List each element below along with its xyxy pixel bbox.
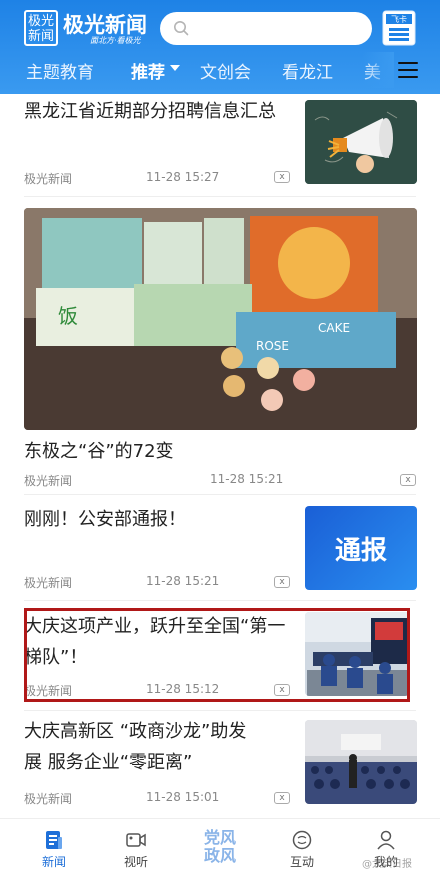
dismiss-button[interactable]: x xyxy=(400,474,416,486)
news-time: 11-28 15:21 xyxy=(146,574,220,588)
notice-image-text: 通报 xyxy=(334,536,387,566)
app-header: 极光 新闻 极光新闻 面北方·看极光 飞卡 主题教育 推荐 文创会 看龙江 美 xyxy=(0,0,440,94)
svg-text:饭: 饭 xyxy=(58,304,78,328)
image-text-rose: ROSE xyxy=(256,339,289,353)
user-icon xyxy=(377,830,395,850)
news-title[interactable]: 刚刚！公安部通报！ xyxy=(24,504,294,535)
search-input[interactable] xyxy=(160,12,372,45)
menu-icon[interactable] xyxy=(398,62,418,80)
news-thumbnail-gift-boxes[interactable]: 饭 ROSE CAKE xyxy=(24,208,417,430)
divider xyxy=(24,494,416,495)
dismiss-button[interactable]: x xyxy=(274,171,290,183)
news-source: 极光新闻 xyxy=(24,474,73,488)
news-source: 极光新闻 xyxy=(24,792,73,806)
chat-icon xyxy=(292,830,312,850)
news-icon xyxy=(46,831,62,849)
tab-theme-education[interactable]: 主题教育 xyxy=(26,58,94,83)
nav-news[interactable]: 新闻 xyxy=(24,819,84,874)
app-slogan: 面北方·看极光 xyxy=(90,36,141,45)
divider xyxy=(24,710,416,711)
watermark: @大庆日报 xyxy=(362,859,412,870)
nav-party-style-line2: 政风 xyxy=(203,846,236,865)
megaphone-image xyxy=(305,100,417,184)
news-title[interactable]: 大庆高新区 “政商沙龙”助发 展 服务企业“零距离” xyxy=(24,716,299,778)
divider xyxy=(24,196,416,197)
news-title-line: 大庆高新区 “政商沙龙”助发 xyxy=(24,721,247,742)
news-thumbnail-megaphone[interactable] xyxy=(305,100,417,184)
video-icon xyxy=(126,833,146,847)
selection-highlight xyxy=(24,608,410,702)
dismiss-button[interactable]: x xyxy=(274,792,290,804)
news-time: 11-28 15:21 xyxy=(210,472,284,486)
news-title[interactable]: 东极之“谷”的72变 xyxy=(24,436,414,467)
nav-party-style-line1: 党风 xyxy=(203,828,236,847)
newspaper-button-label: 飞卡 xyxy=(391,14,407,24)
tabs-fade xyxy=(362,52,394,88)
nav-interact-label: 互动 xyxy=(289,855,314,869)
news-source: 极光新闻 xyxy=(24,576,73,590)
salon-image xyxy=(305,720,417,804)
newspaper-icon: 飞卡 xyxy=(382,10,416,46)
search-icon xyxy=(174,21,189,36)
news-thumbnail-notice[interactable]: 通报 xyxy=(305,506,417,590)
news-time: 11-28 15:27 xyxy=(146,170,220,184)
news-title[interactable]: 黑龙江省近期部分招聘信息汇总 xyxy=(24,96,294,127)
news-title-line: 东极之“谷”的72变 xyxy=(24,441,174,462)
dismiss-button[interactable]: x xyxy=(274,576,290,588)
news-time: 11-28 15:01 xyxy=(146,790,220,804)
divider xyxy=(24,600,416,601)
tab-culture[interactable]: 文创会 xyxy=(200,58,251,83)
news-title-line: 刚刚！公安部通报！ xyxy=(24,509,186,530)
nav-video-label: 视听 xyxy=(123,855,148,869)
tab-recommend[interactable]: 推荐 xyxy=(131,58,165,83)
news-thumbnail-salon[interactable] xyxy=(305,720,417,804)
logo-mark-line2: 新闻 xyxy=(27,29,54,44)
tab-dropdown-icon[interactable] xyxy=(170,65,180,71)
logo-mark-line1: 极光 xyxy=(27,14,54,29)
nav-party-style[interactable]: 党风 政风 xyxy=(196,829,244,865)
newspaper-button[interactable]: 飞卡 xyxy=(382,10,416,46)
news-title-line: 黑龙江省近期部分招聘信息汇总 xyxy=(24,101,276,122)
gift-boxes-image: 饭 ROSE CAKE xyxy=(24,208,417,430)
tab-longjiang[interactable]: 看龙江 xyxy=(282,58,333,83)
image-text-cake: CAKE xyxy=(318,321,350,335)
news-title-line: 展 服务企业“零距离” xyxy=(24,752,193,773)
nav-news-label: 新闻 xyxy=(41,855,66,869)
nav-interact[interactable]: 互动 xyxy=(272,819,332,874)
nav-video[interactable]: 视听 xyxy=(106,819,166,874)
logo-mark: 极光 新闻 xyxy=(24,10,58,46)
news-source: 极光新闻 xyxy=(24,172,73,186)
